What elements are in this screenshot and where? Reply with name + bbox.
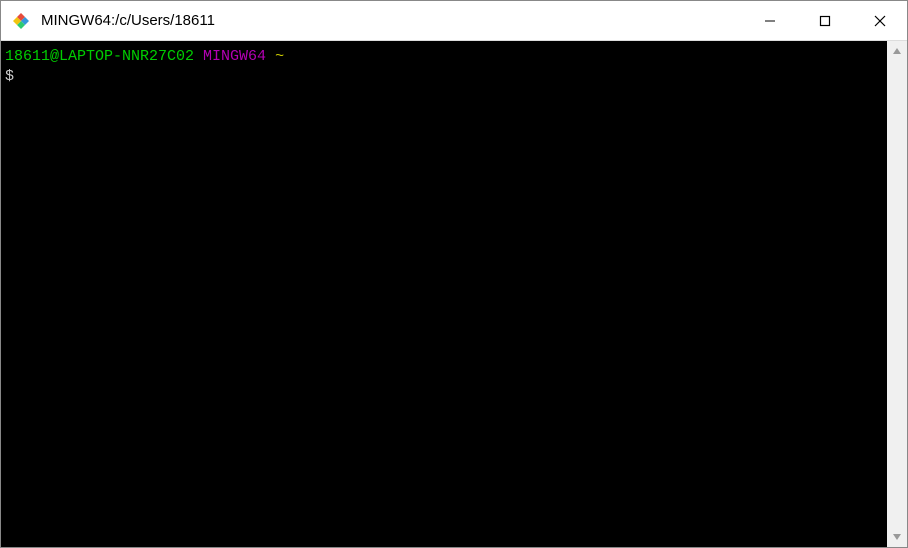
terminal-area: 18611@LAPTOP-NNR27C02 MINGW64 ~ $	[1, 41, 907, 547]
terminal-body[interactable]: 18611@LAPTOP-NNR27C02 MINGW64 ~ $	[1, 41, 887, 547]
window-controls	[742, 1, 907, 40]
prompt-path: ~	[275, 48, 284, 65]
terminal-window: MINGW64:/c/Users/18611 18611@LAPTOP-NNR2…	[0, 0, 908, 548]
titlebar: MINGW64:/c/Users/18611	[1, 1, 907, 41]
app-icon	[11, 11, 31, 31]
window-title: MINGW64:/c/Users/18611	[41, 12, 742, 29]
scroll-down-icon[interactable]	[887, 527, 907, 547]
scroll-up-icon[interactable]	[887, 41, 907, 61]
prompt-symbol: $	[5, 68, 14, 85]
vertical-scrollbar[interactable]	[887, 41, 907, 547]
minimize-button[interactable]	[742, 1, 797, 40]
prompt-user-host: 18611@LAPTOP-NNR27C02	[5, 48, 194, 65]
maximize-button[interactable]	[797, 1, 852, 40]
close-button[interactable]	[852, 1, 907, 40]
prompt-env: MINGW64	[203, 48, 266, 65]
